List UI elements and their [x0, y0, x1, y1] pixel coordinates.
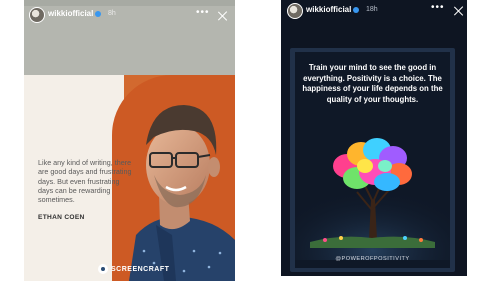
motivation-text: Train your mind to see the good in every… — [302, 63, 443, 104]
account-handle: @POWEROFPOSITIVITY — [335, 256, 410, 262]
story-header: wikkiofficial 18h ••• — [281, 0, 467, 20]
story-left[interactable]: wikkiofficial 8h ••• Like any kind of wr… — [24, 0, 235, 281]
story-right[interactable]: wikkiofficial 18h ••• Train your mind to… — [281, 0, 467, 276]
quote-author: ETHAN COEN — [38, 214, 85, 221]
more-icon[interactable]: ••• — [196, 7, 210, 18]
avatar[interactable] — [287, 3, 303, 19]
verified-badge-icon — [353, 6, 360, 13]
username-text: wikkiofficial — [306, 5, 352, 14]
username[interactable]: wikkiofficial — [48, 9, 102, 18]
quote-card: Like any kind of writing, there are good… — [24, 75, 235, 281]
username-text: wikkiofficial — [48, 9, 94, 18]
verified-badge-icon — [95, 10, 102, 17]
brand-text: SCREENCRAFT — [111, 265, 170, 273]
more-icon[interactable]: ••• — [431, 2, 445, 13]
avatar[interactable] — [29, 7, 45, 23]
close-icon[interactable] — [454, 6, 464, 16]
screencraft-logo-icon — [98, 264, 108, 274]
portrait-image — [129, 105, 235, 281]
brand-watermark: SCREENCRAFT — [98, 264, 170, 276]
post-time: 8h — [108, 10, 116, 17]
colorful-tree-image — [295, 138, 450, 260]
post-time: 18h — [366, 6, 378, 13]
quote-text: Like any kind of writing, there are good… — [38, 158, 132, 205]
close-icon[interactable] — [218, 11, 228, 21]
story-header: wikkiofficial 8h ••• — [24, 4, 235, 24]
username[interactable]: wikkiofficial — [306, 5, 360, 14]
